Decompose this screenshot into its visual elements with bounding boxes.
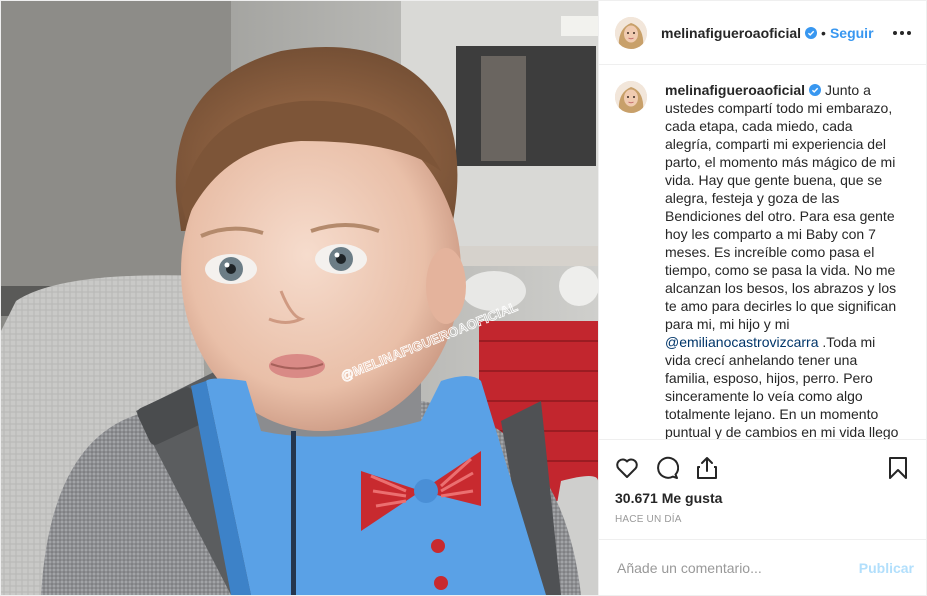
action-icons-row	[615, 448, 910, 488]
more-options-icon[interactable]	[890, 21, 914, 45]
post-side-panel: melinafigueroaoficial • Seguir melinafig…	[598, 1, 926, 595]
verified-badge-icon	[809, 84, 822, 96]
heart-icon[interactable]	[615, 456, 639, 480]
caption-text: melinafigueroaoficial Junto a ustedes co…	[665, 81, 903, 439]
add-comment-bar: Publicar	[599, 539, 926, 595]
post-container: @MELINAFIGUEROAOFICIAL melinafigueroaofi…	[0, 0, 927, 596]
comments-section[interactable]: melinafigueroaoficial Junto a ustedes co…	[599, 65, 926, 439]
likes-count[interactable]: 30.671 Me gusta	[615, 490, 910, 506]
caption-mention-link[interactable]: @emilianocastrovizcarra	[665, 334, 818, 350]
comment-input[interactable]	[615, 558, 859, 577]
post-header: melinafigueroaoficial • Seguir	[599, 1, 926, 65]
follow-button[interactable]: Seguir	[830, 25, 874, 41]
avatar-image	[615, 81, 647, 113]
publish-button[interactable]: Publicar	[859, 560, 914, 576]
caption-comment: melinafigueroaoficial Junto a ustedes co…	[615, 81, 910, 439]
post-timestamp[interactable]: HACE UN DÍA	[615, 514, 910, 539]
baby-photo: @MELINAFIGUEROAOFICIAL	[1, 1, 598, 595]
caption-body-part1: Junto a ustedes compartí todo mi embaraz…	[665, 82, 897, 332]
caption-username[interactable]: melinafigueroaoficial	[665, 82, 805, 98]
bookmark-icon[interactable]	[886, 456, 910, 480]
avatar[interactable]	[615, 16, 647, 49]
avatar-image	[615, 16, 647, 49]
header-username[interactable]: melinafigueroaoficial	[661, 25, 801, 41]
share-icon[interactable]	[695, 456, 719, 480]
header-separator: •	[821, 24, 826, 41]
verified-badge-icon	[805, 26, 818, 39]
post-actions: 30.671 Me gusta HACE UN DÍA	[599, 439, 926, 539]
post-photo[interactable]: @MELINAFIGUEROAOFICIAL	[1, 1, 598, 595]
comment-bubble-icon[interactable]	[655, 456, 679, 480]
caption-avatar[interactable]	[615, 81, 647, 113]
